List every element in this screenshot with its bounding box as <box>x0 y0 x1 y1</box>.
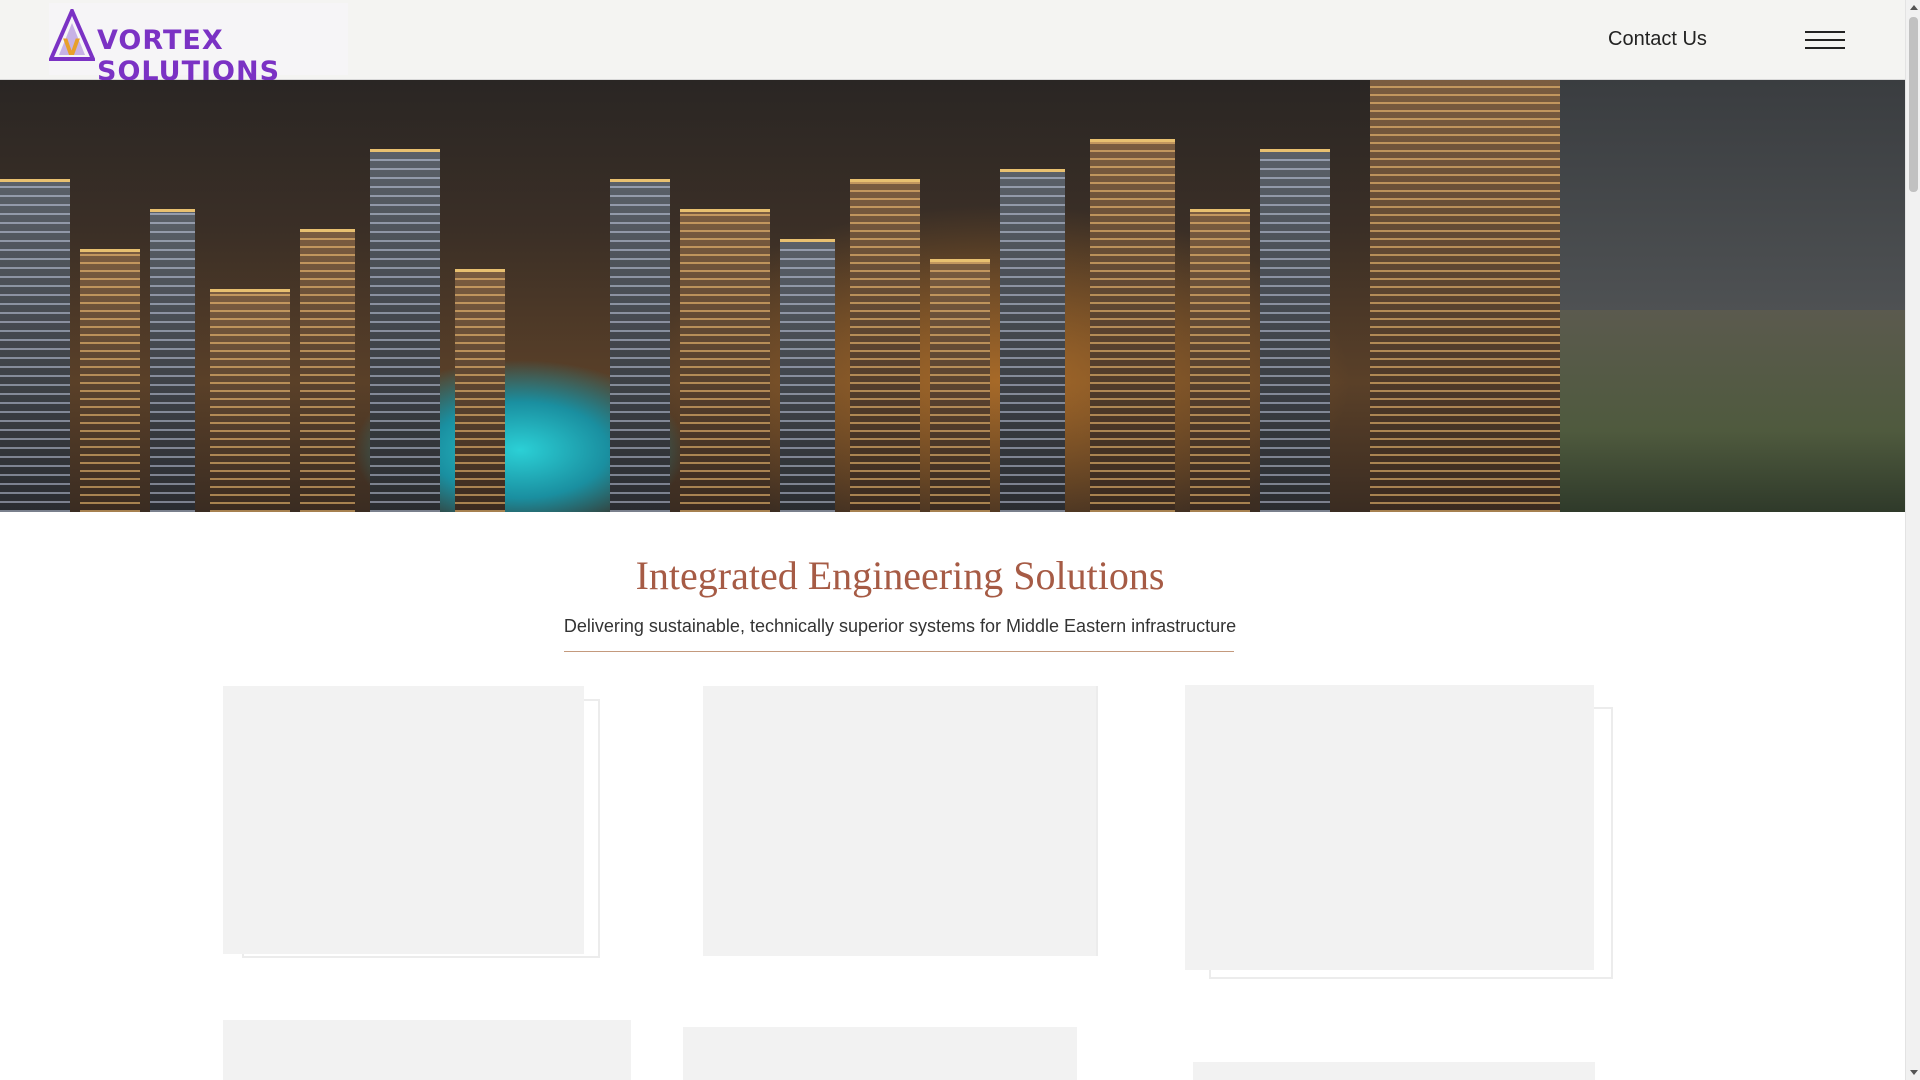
section-divider <box>564 651 1234 652</box>
scroll-down-arrow-icon[interactable] <box>1910 1070 1918 1075</box>
card-placeholder-5[interactable] <box>683 1027 1077 1080</box>
section-title: Integrated Engineering Solutions <box>635 553 1165 598</box>
card-placeholder-6[interactable] <box>1193 1062 1595 1080</box>
scroll-up-arrow-icon[interactable] <box>1910 5 1918 10</box>
card-placeholder-1[interactable] <box>223 686 584 954</box>
hamburger-menu-icon[interactable] <box>1805 28 1845 50</box>
logo[interactable]: V VORTEX SOLUTIONS <box>49 3 348 87</box>
card-placeholder-2[interactable] <box>703 686 1096 956</box>
card-placeholder-4[interactable] <box>223 1020 631 1080</box>
page-scrollbar[interactable] <box>1905 0 1920 1080</box>
logo-text: VORTEX SOLUTIONS <box>97 25 281 87</box>
site-header: V VORTEX SOLUTIONS Contact Us <box>0 0 1905 87</box>
contact-us-link[interactable]: Contact Us <box>1608 28 1707 51</box>
scrollbar-thumb[interactable] <box>1909 17 1918 192</box>
svg-text:V: V <box>63 36 80 61</box>
logo-mark-icon: V <box>49 9 95 61</box>
card-placeholder-3[interactable] <box>1185 685 1594 970</box>
hero-image <box>0 80 1905 512</box>
section-subtitle: Delivering sustainable, technically supe… <box>563 616 1237 636</box>
